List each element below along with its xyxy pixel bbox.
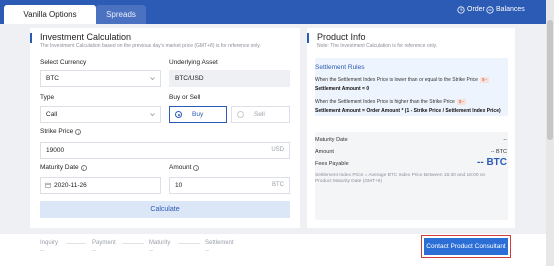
calc-note: The Investment Calculation based on the … <box>40 43 261 49</box>
balances-link[interactable]: Balances <box>486 5 525 15</box>
balances-label: Balances <box>496 6 525 13</box>
amount-input[interactable]: 10 BTC <box>169 177 290 194</box>
type-select[interactable]: Call <box>40 106 161 123</box>
select-currency-label: Select Currency <box>40 59 87 66</box>
calendar-icon <box>45 182 51 188</box>
summary-fees-label: Fees Payable <box>315 161 349 167</box>
info-icon[interactable]: i <box>80 164 87 171</box>
summary-amount-label: Amount <box>315 149 334 155</box>
clock-icon <box>457 6 465 14</box>
calc-title: Investment Calculation <box>29 32 132 43</box>
underlying-asset-label: Underlying Asset <box>169 59 218 66</box>
rule2-formula: Settlement Amount = Order Amount * (1 - … <box>315 108 501 114</box>
underlying-asset-field: BTC/USD <box>169 70 290 87</box>
step-settlement-value: -- <box>205 248 209 254</box>
rule1-tag: $-- <box>479 77 490 83</box>
strike-price-label: Strike Price i <box>40 128 82 135</box>
product-title: Product Info <box>307 32 366 43</box>
tab-spreads[interactable]: Spreads <box>96 5 146 24</box>
step-maturity: Maturity <box>149 240 171 246</box>
settlement-rules-title: Settlement Rules <box>315 64 365 71</box>
step-maturity-value: -- <box>149 248 153 254</box>
rule2-tag: $-- <box>456 99 467 105</box>
step-inquiry-value: -- <box>40 248 44 254</box>
summary-maturity-value: -- <box>503 137 507 143</box>
type-label: Type <box>40 94 55 101</box>
step-settlement: Settlement <box>205 240 234 246</box>
chevron-down-icon <box>150 113 155 116</box>
product-note: Note: The Investment Calculation is for … <box>317 43 438 49</box>
info-icon[interactable]: i <box>75 128 82 135</box>
rule2-text: When the Settlement Index Price is highe… <box>315 99 467 105</box>
step-divider <box>122 243 144 244</box>
balance-icon <box>486 6 494 14</box>
order-label: Order <box>467 6 485 13</box>
step-divider <box>178 243 200 244</box>
investment-calculation-panel: Investment Calculation The Investment Ca… <box>29 28 300 228</box>
scrollbar-thumb[interactable] <box>547 20 553 140</box>
scrollbar[interactable] <box>546 0 554 266</box>
order-link[interactable]: Order <box>457 5 485 15</box>
radio-empty-icon <box>237 111 244 118</box>
buy-radio[interactable]: Buy <box>169 106 227 123</box>
step-divider <box>66 243 86 244</box>
maturity-date-picker[interactable]: 2020-11-26 <box>40 177 161 194</box>
step-payment: Payment <box>92 240 116 246</box>
step-payment-value: -- <box>92 248 96 254</box>
sell-radio[interactable]: Sell <box>231 106 290 123</box>
radio-selected-icon <box>175 111 182 118</box>
summary-maturity-label: Maturity Date <box>315 137 348 143</box>
amount-label: Amount i <box>169 164 200 171</box>
chevron-down-icon <box>150 77 155 80</box>
calculate-button[interactable]: Calculate <box>40 201 290 218</box>
rule1-text: When the Settlement Index Price is lower… <box>315 77 490 83</box>
currency-select[interactable]: BTC <box>40 70 161 87</box>
tab-vanilla-options[interactable]: Vanilla Options <box>4 5 96 24</box>
contact-product-consultant-button[interactable]: Contact Product Consultant <box>424 238 508 255</box>
buy-or-sell-label: Buy or Sell <box>169 94 201 101</box>
product-info-panel: Product Info Note: The Investment Calcul… <box>307 28 515 228</box>
maturity-date-label: Maturity Date i <box>40 164 87 171</box>
top-bar: Vanilla Options Spreads Order Balances <box>0 0 554 24</box>
summary-amount-value: -- BTC <box>490 149 507 155</box>
rule1-formula: Settlement Amount = 0 <box>315 86 370 92</box>
step-inquiry: Inquiry <box>40 240 59 246</box>
settlement-index-note: Settlement Index Price = Average BTC Ind… <box>315 173 486 184</box>
strike-price-input[interactable]: 19000 USD <box>40 142 290 159</box>
info-icon[interactable]: i <box>193 164 200 171</box>
summary-fees-value: -- BTC <box>477 157 507 168</box>
